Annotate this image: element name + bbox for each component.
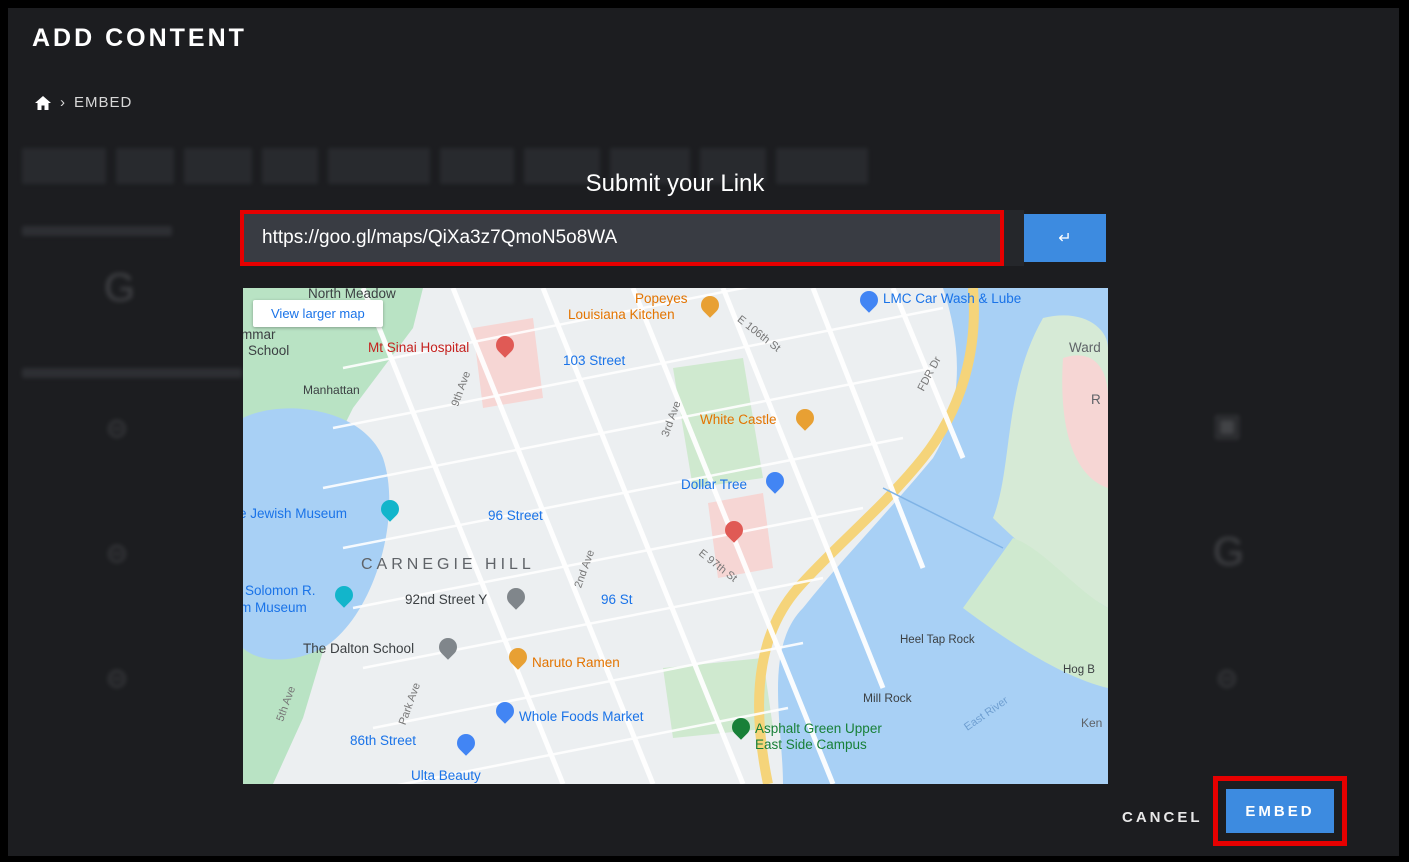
map-preview[interactable]: View larger map North Meadow Popeyes Lou… xyxy=(243,288,1108,784)
map-label: The Dalton School xyxy=(303,641,415,656)
map-label: Asphalt Green Upper xyxy=(755,721,882,736)
embed-button[interactable]: EMBED xyxy=(1226,789,1334,833)
map-label: Ward xyxy=(1069,340,1101,355)
background-google-icon: G xyxy=(1213,530,1245,574)
map-label: East Side Campus xyxy=(755,737,867,752)
map-label: mmar xyxy=(243,327,276,342)
breadcrumb: › EMBED xyxy=(34,94,132,111)
map-label: m Museum xyxy=(243,600,307,615)
home-icon[interactable] xyxy=(34,95,52,111)
add-content-panel: ADD CONTENT › EMBED G ⊝ ⊝ ⊝ ▣ G ⊝ Submit… xyxy=(8,8,1399,856)
map-label: Dollar Tree xyxy=(681,477,748,492)
map-label: R xyxy=(1091,392,1101,407)
background-google-icon: G xyxy=(104,266,136,310)
map-label: Hog B xyxy=(1063,664,1095,676)
map-label: Whole Foods Market xyxy=(519,709,644,724)
map-label: Mt Sinai Hospital xyxy=(368,340,470,355)
neighborhood-label: CARNEGIE HILL xyxy=(361,556,535,573)
view-larger-map-link[interactable]: View larger map xyxy=(253,300,383,327)
background-link-icon: ⊝ xyxy=(106,538,128,568)
map-label: LMC Car Wash & Lube xyxy=(883,291,1022,306)
map-label: Ken xyxy=(1081,716,1103,730)
page-title: ADD CONTENT xyxy=(32,24,247,52)
map-label: 96 Street xyxy=(488,508,543,523)
background-link-icon: ⊝ xyxy=(1216,663,1238,693)
url-row: ↵ xyxy=(240,210,1108,266)
map-label: Solomon R. xyxy=(245,583,316,598)
map-label: 96 St xyxy=(601,592,633,607)
background-link-icon: ⊝ xyxy=(106,413,128,443)
map-label: North Meadow xyxy=(308,288,396,301)
breadcrumb-current: EMBED xyxy=(74,94,133,111)
background-tile-icon: ▣ xyxy=(1213,409,1242,442)
map-label: Ulta Beauty xyxy=(411,768,481,783)
map-label: Heel Tap Rock xyxy=(900,634,975,646)
background-link-icon: ⊝ xyxy=(106,663,128,693)
map-label: 86th Street xyxy=(350,733,417,748)
map-label: Popeyes xyxy=(635,291,688,306)
map-label: Manhattan xyxy=(303,383,360,397)
map-label: School xyxy=(248,343,290,358)
map-canvas xyxy=(243,288,1108,784)
background-bar xyxy=(22,368,242,378)
map-label: 103 Street xyxy=(563,353,626,368)
background-bar xyxy=(22,226,172,236)
map-label: e Jewish Museum xyxy=(243,506,348,521)
map-label: Naruto Ramen xyxy=(532,655,620,670)
map-label: White Castle xyxy=(700,412,777,427)
embed-button-highlight: EMBED xyxy=(1213,776,1347,846)
submit-link-button[interactable]: ↵ xyxy=(1024,214,1106,262)
url-gap xyxy=(1004,210,1024,266)
map-label: 92nd Street Y xyxy=(405,592,488,607)
dialog-title: Submit your Link xyxy=(585,170,765,197)
cancel-button[interactable]: CANCEL xyxy=(1116,808,1209,827)
url-input[interactable] xyxy=(240,210,1004,266)
breadcrumb-separator: › xyxy=(60,94,66,111)
enter-arrow-icon: ↵ xyxy=(1058,230,1072,247)
map-label: Mill Rock xyxy=(863,691,912,705)
map-label: Louisiana Kitchen xyxy=(568,307,675,322)
